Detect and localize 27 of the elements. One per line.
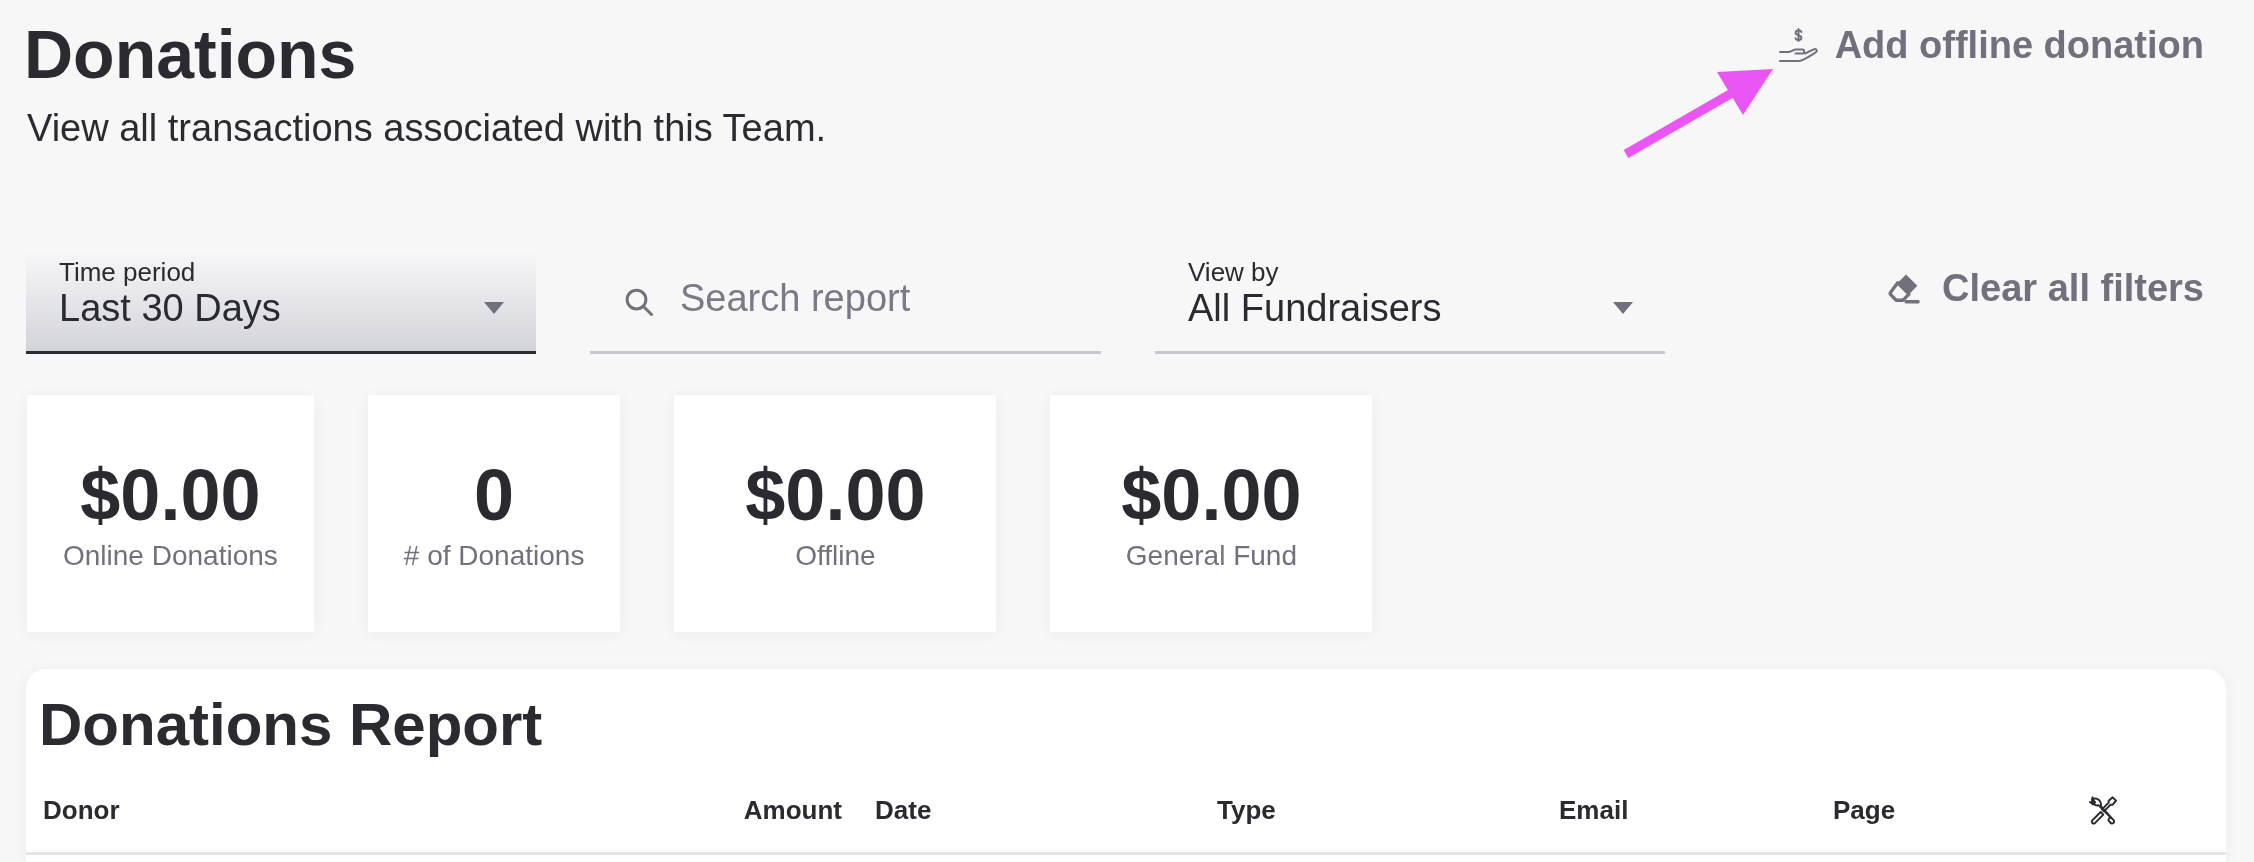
column-header: Amount xyxy=(743,795,842,826)
stat-label: Offline xyxy=(795,540,876,572)
caret-icon xyxy=(484,302,504,314)
stat-label: # of Donations xyxy=(403,540,585,572)
clear-filters-button[interactable]: Clear all filters xyxy=(1887,266,2204,310)
column-header: Page xyxy=(1833,795,1896,826)
page-title: Donations xyxy=(24,20,358,88)
stat-value: $0.00 xyxy=(1121,457,1302,533)
report-title: Donations Report xyxy=(39,691,543,758)
dollar-hand-icon xyxy=(1777,27,1819,63)
stat-value: $0.00 xyxy=(80,457,261,533)
column-header: Donor xyxy=(43,795,120,826)
stat-value: $0.00 xyxy=(745,457,926,533)
search-field[interactable]: Search report xyxy=(590,253,1101,354)
dropdown[interactable]: View by All Fundraisers xyxy=(1155,253,1665,354)
page-subtitle: View all transactions associated with this Team. xyxy=(27,106,827,150)
column-header: Date xyxy=(875,795,932,826)
add-offline-donation-button[interactable]: Add offline donation xyxy=(1777,23,2204,67)
column-header: Email xyxy=(1559,795,1629,826)
stat-value: 0 xyxy=(474,457,515,533)
caret-icon xyxy=(1613,302,1633,314)
search-icon xyxy=(624,287,654,317)
column-header: Type xyxy=(1217,795,1276,826)
eraser-icon xyxy=(1887,272,1923,304)
stat-label: Online Donations xyxy=(63,540,278,572)
tools-icon[interactable] xyxy=(2088,795,2118,826)
stat-label: General Fund xyxy=(1125,540,1297,572)
